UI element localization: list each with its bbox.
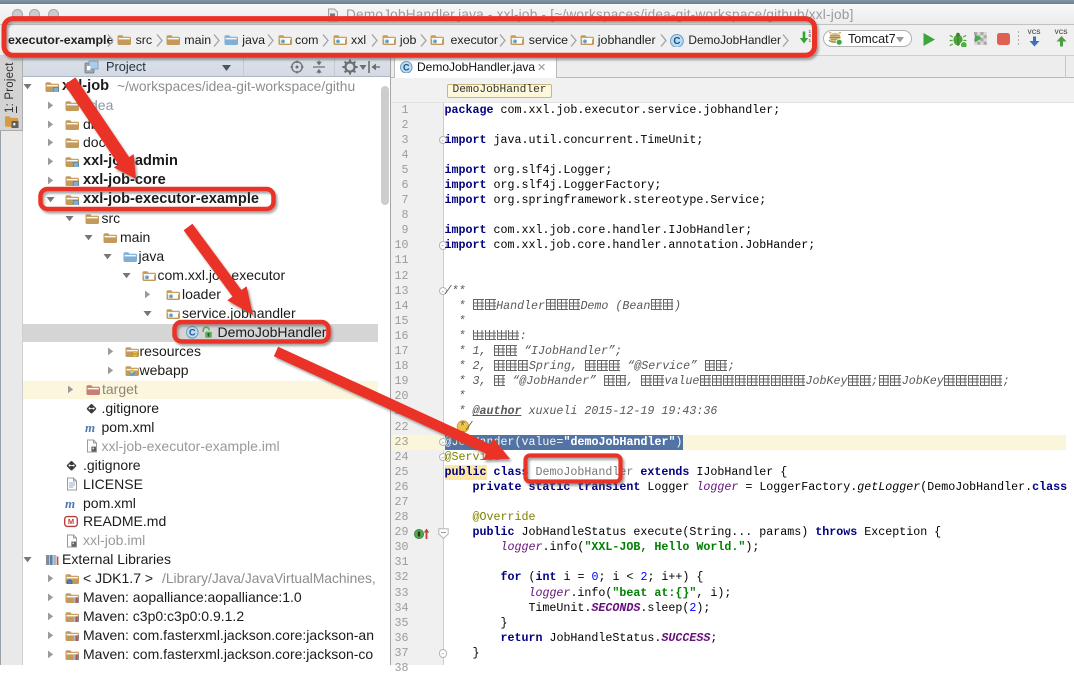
svg-text:M: M xyxy=(68,518,74,527)
svg-text:C: C xyxy=(189,328,196,338)
svg-text:C: C xyxy=(674,36,681,47)
svg-text:C: C xyxy=(403,62,410,72)
